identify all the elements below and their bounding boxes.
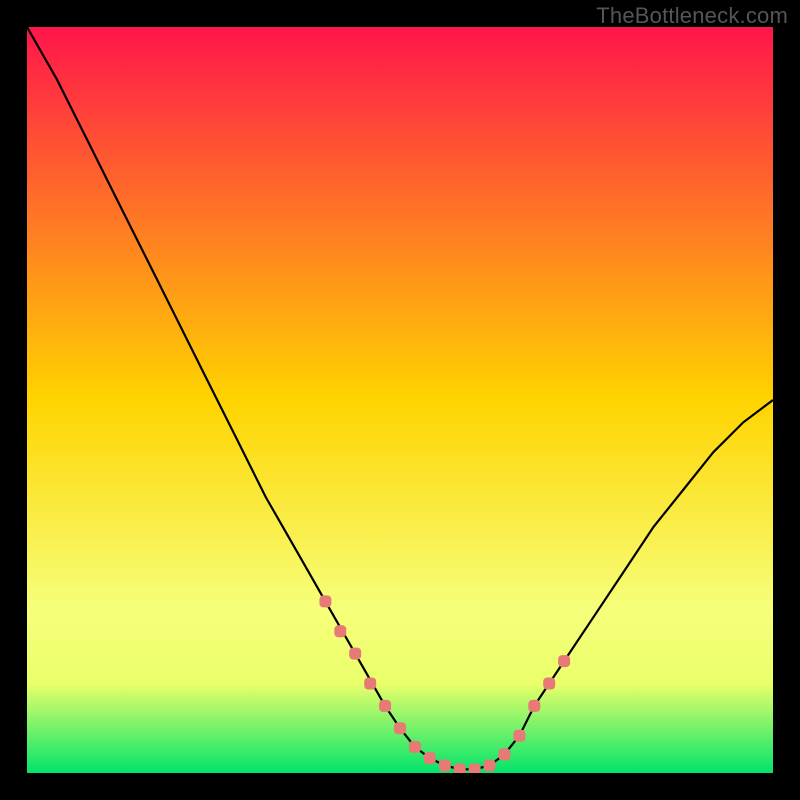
marker-point (424, 752, 436, 764)
chart-background (27, 27, 773, 773)
marker-point (364, 678, 376, 690)
marker-point (513, 730, 525, 742)
marker-point (454, 763, 466, 773)
marker-point (498, 748, 510, 760)
marker-point (319, 595, 331, 607)
chart-frame: TheBottleneck.com (0, 0, 800, 800)
marker-point (394, 722, 406, 734)
chart-plot-area (27, 27, 773, 773)
marker-point (334, 625, 346, 637)
watermark-text: TheBottleneck.com (596, 3, 788, 29)
marker-point (528, 700, 540, 712)
marker-point (349, 648, 361, 660)
marker-point (409, 741, 421, 753)
marker-point (439, 760, 451, 772)
marker-point (484, 760, 496, 772)
marker-point (558, 655, 570, 667)
chart-svg (27, 27, 773, 773)
marker-point (379, 700, 391, 712)
marker-point (543, 678, 555, 690)
marker-point (469, 763, 481, 773)
